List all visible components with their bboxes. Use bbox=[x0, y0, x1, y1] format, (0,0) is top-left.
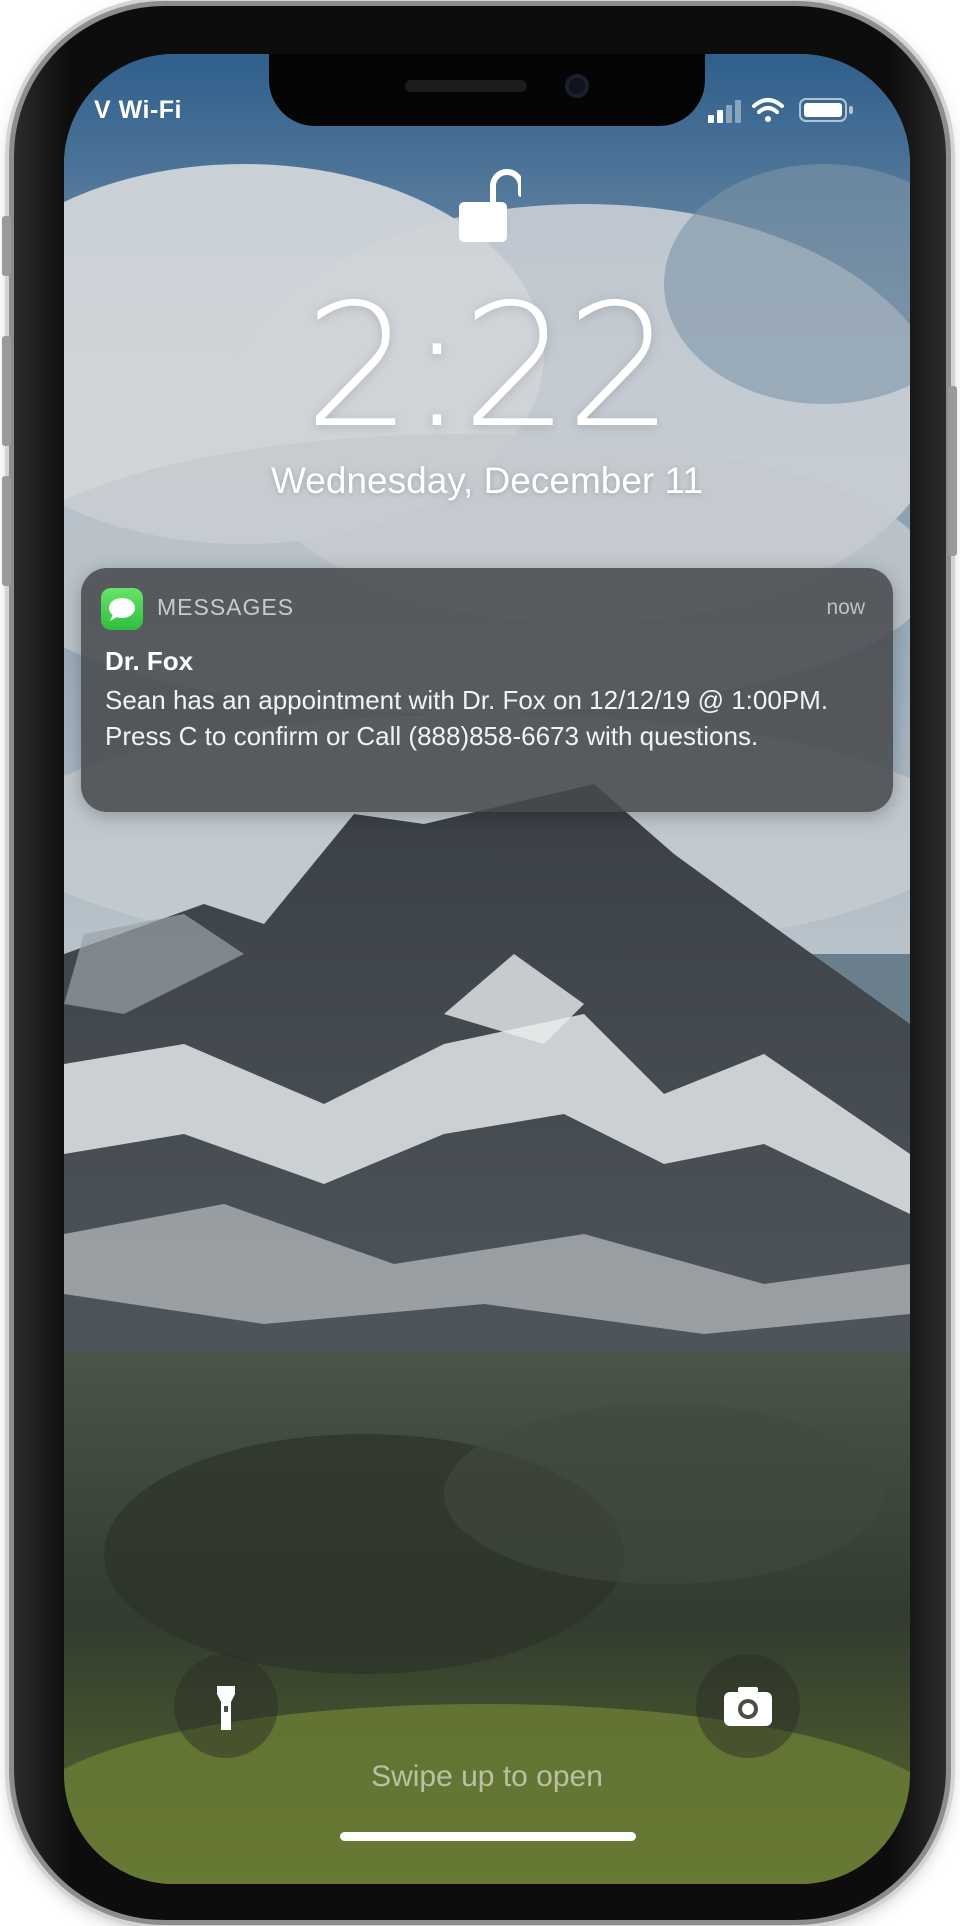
earpiece-speaker bbox=[405, 80, 527, 92]
lock-screen: V Wi-Fi 2:22 Wednesday, December 11 MESS… bbox=[64, 54, 910, 1884]
notification-app-name: MESSAGES bbox=[157, 594, 295, 620]
home-indicator[interactable] bbox=[340, 1832, 636, 1841]
camera-button[interactable] bbox=[696, 1654, 800, 1758]
flashlight-icon bbox=[217, 1686, 235, 1730]
lock-screen-date: Wednesday, December 11 bbox=[271, 460, 703, 501]
volume-down-button bbox=[2, 476, 11, 586]
message-notification[interactable]: MESSAGES now Dr. Fox Sean has an appoint… bbox=[81, 568, 893, 812]
status-icons bbox=[708, 98, 853, 123]
notch bbox=[269, 54, 705, 126]
phone-frame: V Wi-Fi 2:22 Wednesday, December 11 MESS… bbox=[2, 6, 957, 1920]
front-camera bbox=[565, 74, 589, 98]
messages-icon bbox=[101, 588, 143, 630]
cellular-signal-icon bbox=[708, 100, 741, 123]
notification-body: Sean has an appointment with Dr. Fox on … bbox=[105, 685, 829, 751]
side-button bbox=[948, 386, 957, 556]
carrier-label: V Wi-Fi bbox=[94, 96, 182, 124]
notification-time: now bbox=[826, 596, 865, 619]
camera-icon bbox=[724, 1687, 772, 1726]
mute-switch bbox=[2, 216, 11, 276]
volume-up-button bbox=[2, 336, 11, 446]
lock-screen-time: 2:22 bbox=[304, 268, 674, 466]
notification-sender: Dr. Fox bbox=[105, 646, 194, 676]
flashlight-button[interactable] bbox=[174, 1654, 278, 1758]
swipe-up-hint: Swipe up to open bbox=[371, 1760, 603, 1793]
wifi-icon bbox=[752, 98, 784, 122]
unlocked-padlock-icon bbox=[459, 169, 521, 242]
battery-icon bbox=[799, 98, 853, 122]
